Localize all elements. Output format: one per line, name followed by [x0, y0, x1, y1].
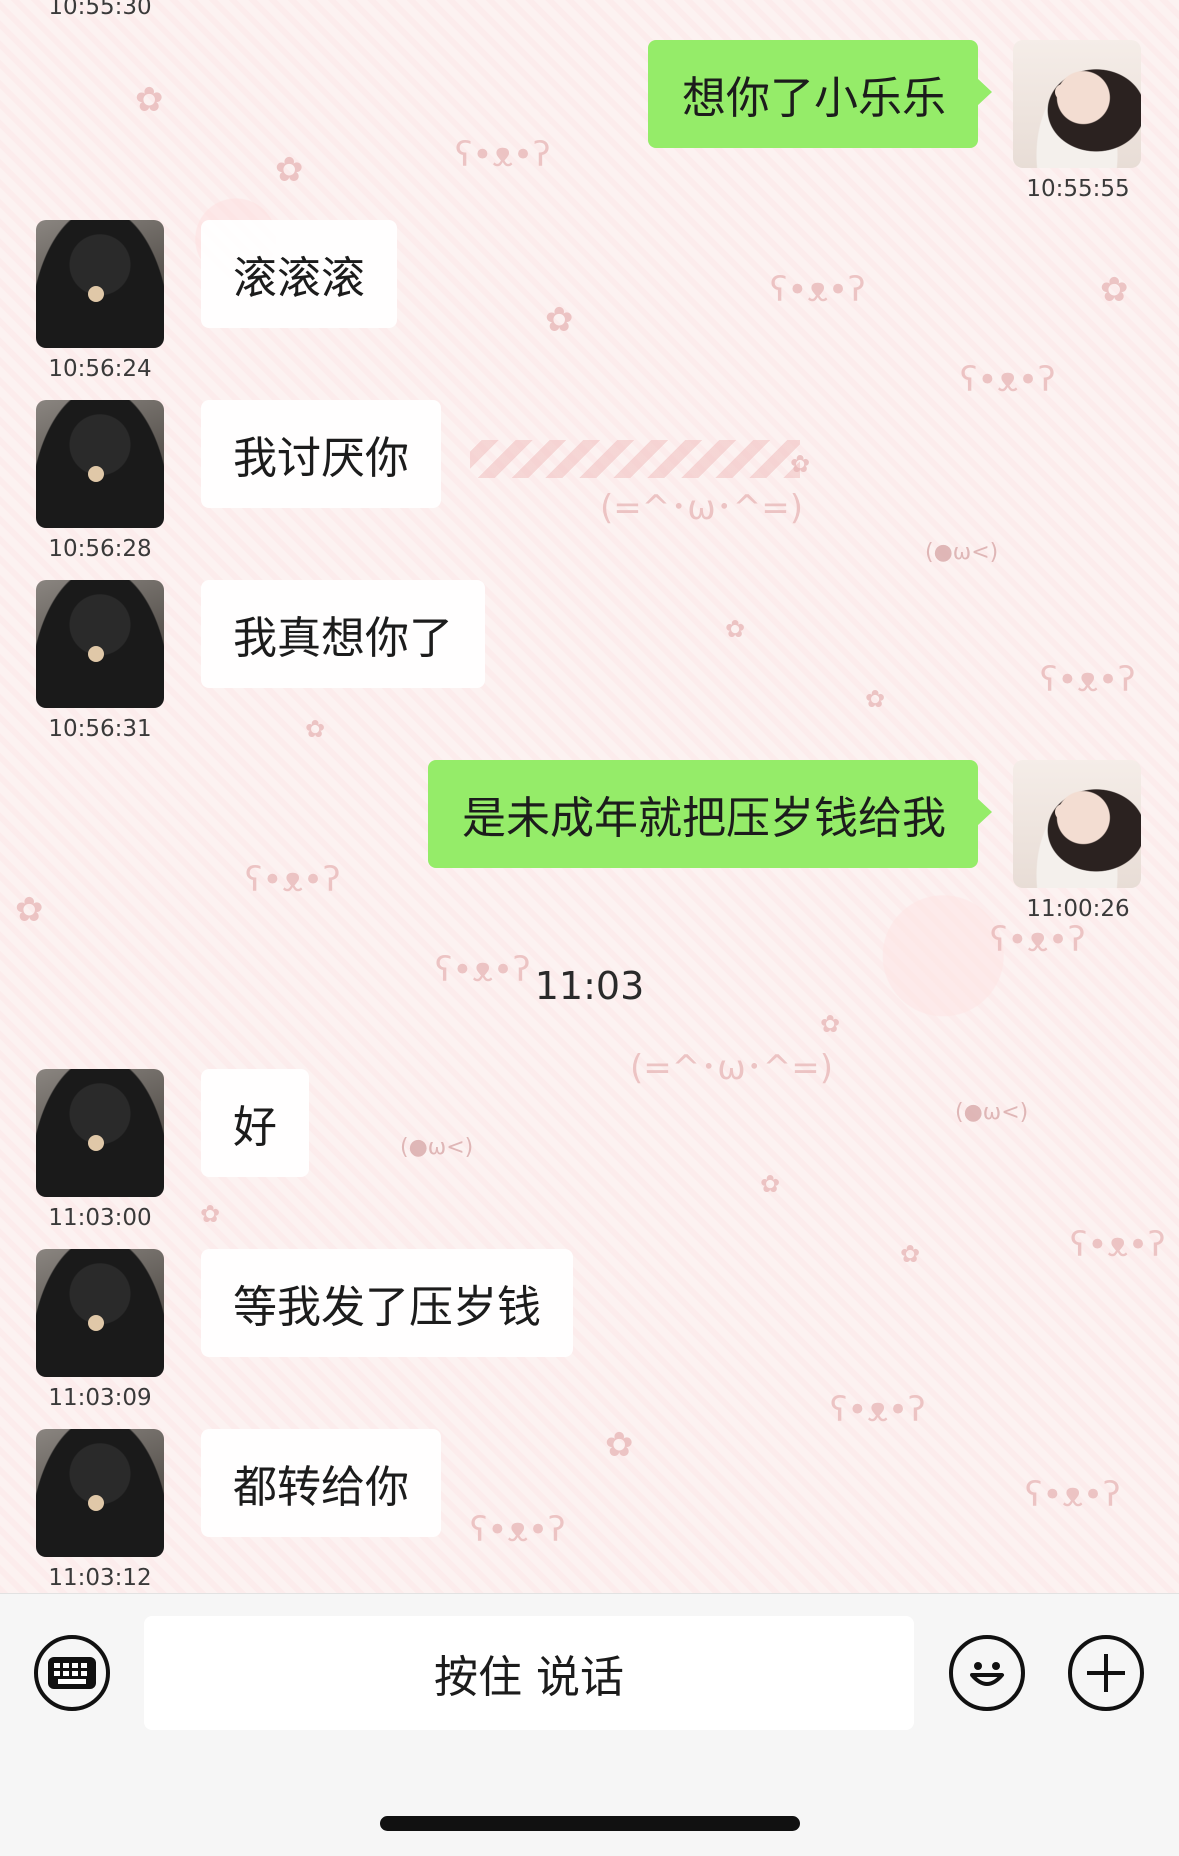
emoticon-decoration-icon: (●ω<)	[925, 540, 999, 565]
message-timestamp: 11:03:00	[48, 1205, 152, 1231]
message-timestamp: 10:56:31	[48, 716, 152, 742]
emoticon-decoration-icon: (●ω<)	[955, 1100, 1029, 1125]
bunny-decoration-icon: ʕ•ᴥ•ʔ	[1070, 1225, 1166, 1265]
friend-message-bubble[interactable]: 我讨厌你	[201, 400, 441, 508]
bunny-decoration-icon: ʕ•ᴥ•ʔ	[960, 360, 1056, 400]
friend-avatar[interactable]	[36, 1429, 164, 1557]
friend-avatar[interactable]	[36, 580, 164, 708]
friend-message-bubble[interactable]: 好	[201, 1069, 309, 1177]
message-timestamp: 10:55:55	[1026, 176, 1130, 202]
home-indicator[interactable]	[380, 1816, 800, 1831]
bear-decoration-icon: ʕ•ᴥ•ʔ	[470, 1510, 566, 1550]
my-message-bubble[interactable]: 想你了小乐乐	[648, 40, 992, 148]
friend-avatar[interactable]	[36, 1249, 164, 1377]
friend-avatar[interactable]	[36, 400, 164, 528]
star-decoration-icon: ✿	[605, 1425, 634, 1465]
star-decoration-icon: ✿	[305, 715, 326, 743]
message-timestamp: 10:56:24	[48, 356, 152, 382]
star-decoration-icon: ✿	[725, 615, 746, 643]
friend-message-bubble[interactable]: 滚滚滚	[201, 220, 397, 328]
cat-decoration-icon: (=^･ω･^=)	[630, 1048, 833, 1088]
decorative-stripe	[470, 440, 800, 478]
emoji-icon	[970, 1662, 1004, 1686]
bunny-decoration-icon: ʕ•ᴥ•ʔ	[1040, 660, 1136, 700]
emoticon-decoration-icon: (●ω<)	[400, 1135, 474, 1160]
bear-decoration-icon: ʕ•ᴥ•ʔ	[1025, 1475, 1121, 1515]
bear-decoration-icon: ʕ•ᴥ•ʔ	[990, 920, 1086, 960]
star-decoration-icon: ✿	[1100, 270, 1129, 310]
time-divider: 11:03	[534, 964, 645, 1008]
message-timestamp: 11:00:26	[1026, 896, 1130, 922]
star-decoration-icon: ✿	[900, 1240, 921, 1268]
message-timestamp: 11:03:09	[48, 1385, 152, 1411]
star-decoration-icon: ✿	[200, 1200, 221, 1228]
plus-icon	[1087, 1654, 1125, 1692]
star-decoration-icon: ✿	[820, 1010, 841, 1038]
my-avatar[interactable]	[1013, 760, 1141, 888]
pig-decoration-icon: ʕ•ᴥ•ʔ	[770, 270, 866, 310]
my-avatar[interactable]	[1013, 40, 1141, 168]
bunny-decoration-icon: ʕ•ᴥ•ʔ	[455, 135, 551, 175]
keyboard-icon	[48, 1657, 96, 1689]
star-decoration-icon: ✿	[545, 300, 574, 340]
my-message-bubble[interactable]: 是未成年就把压岁钱给我	[428, 760, 992, 868]
star-decoration-icon: ✿	[790, 450, 811, 478]
partial-timestamp: 10:55:30	[48, 0, 152, 20]
friend-message-bubble[interactable]: 等我发了压岁钱	[201, 1249, 573, 1357]
message-timestamp: 10:56:28	[48, 536, 152, 562]
star-decoration-icon: ✿	[760, 1170, 781, 1198]
plus-button[interactable]	[1068, 1635, 1144, 1711]
cat-decoration-icon: (=^･ω･^=)	[600, 488, 803, 528]
friend-message-bubble[interactable]: 我真想你了	[201, 580, 485, 688]
chat-background: ✿ ✿ ʕ•ᴥ•ʔ ✿ ʕ•ᴥ•ʔ ✿ ʕ•ᴥ•ʔ (=^･ω･^=) ✿ (●…	[0, 0, 1179, 1593]
keyboard-button[interactable]	[34, 1635, 110, 1711]
input-toolbar: 按住 说话	[0, 1593, 1179, 1856]
pig-decoration-icon: ʕ•ᴥ•ʔ	[830, 1390, 926, 1430]
star-decoration-icon: ✿	[135, 80, 164, 120]
friend-avatar[interactable]	[36, 220, 164, 348]
friend-message-bubble[interactable]: 都转给你	[201, 1429, 441, 1537]
hold-to-talk-button[interactable]: 按住 说话	[144, 1616, 914, 1730]
emoji-button[interactable]	[949, 1635, 1025, 1711]
message-timestamp: 11:03:12	[48, 1565, 152, 1591]
star-decoration-icon: ✿	[865, 685, 886, 713]
star-decoration-icon: ✿	[15, 890, 44, 930]
pig-decoration-icon: ʕ•ᴥ•ʔ	[245, 860, 341, 900]
star-decoration-icon: ✿	[275, 150, 304, 190]
friend-avatar[interactable]	[36, 1069, 164, 1197]
